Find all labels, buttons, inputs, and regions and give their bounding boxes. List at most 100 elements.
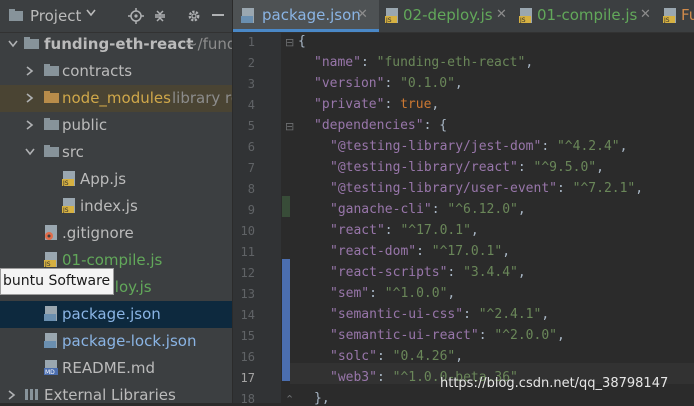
locate-file-icon[interactable] — [128, 8, 144, 24]
line-number[interactable]: 12 — [233, 266, 255, 280]
code-token: , — [635, 181, 644, 196]
code-token: , — [431, 97, 440, 112]
code-line: "@testing-library/user-event": "^7.2.1", — [330, 181, 643, 196]
tree-item-index-js[interactable]: JS index.js — [0, 193, 232, 220]
fold-marker-icon[interactable]: ⊟ — [285, 36, 294, 49]
code-line: "semantic-ui-css": "^2.4.1", — [330, 307, 549, 322]
line-number[interactable]: 14 — [233, 308, 255, 322]
line-number[interactable]: 18 — [233, 392, 255, 406]
line-number[interactable]: 11 — [233, 245, 255, 259]
line-number[interactable]: 16 — [233, 350, 255, 364]
svg-text:JS: JS — [62, 207, 69, 214]
tree-item-src[interactable]: src — [0, 139, 232, 166]
tree-item-annotation: library ro — [172, 89, 232, 107]
tab-label: package.json — [262, 6, 361, 24]
chevron-right-icon[interactable] — [8, 390, 16, 400]
tab-package-json[interactable]: package.json ✕ — [233, 0, 379, 32]
project-header: Project — [0, 0, 232, 33]
chevron-down-icon[interactable] — [8, 40, 18, 48]
gutter-change-marker — [282, 196, 290, 217]
svg-text:JS: JS — [385, 17, 392, 24]
tree-item-external-libraries[interactable]: External Libraries — [0, 382, 232, 403]
code-token: , — [517, 202, 526, 217]
line-number[interactable]: 6 — [233, 140, 255, 154]
tab-fu[interactable]: JS Fu — [661, 0, 694, 32]
chevron-right-icon[interactable] — [26, 93, 34, 103]
tree-item-contracts[interactable]: contracts — [0, 58, 232, 85]
code-token: , — [557, 328, 565, 343]
tree-item-gitignore[interactable]: .gitignore — [0, 220, 232, 247]
line-number[interactable]: 7 — [233, 161, 255, 175]
line-number[interactable]: 2 — [233, 56, 255, 70]
tree-item-node-modules[interactable]: node_modules library ro — [0, 85, 232, 112]
code-token: "^6.12.0" — [447, 202, 518, 217]
project-view-title[interactable]: Project — [30, 7, 81, 25]
tree-item-app-js[interactable]: JS App.js — [0, 166, 232, 193]
code-token: }, — [314, 391, 330, 406]
code-line: "@testing-library/jest-dom": "^4.2.4", — [330, 139, 627, 154]
line-number[interactable]: 15 — [233, 329, 255, 343]
line-number[interactable]: 10 — [233, 224, 255, 238]
code-token: "version" — [314, 76, 385, 91]
markdown-file-icon: MD — [44, 360, 58, 376]
tree-item-label: node_modules — [62, 89, 171, 107]
code-token: : — [463, 307, 479, 322]
gitignore-file-icon — [45, 225, 57, 240]
code-token: : — [376, 349, 393, 364]
close-icon[interactable]: ✕ — [357, 7, 368, 22]
line-number[interactable]: 17 — [233, 371, 255, 385]
code-line: "react-dom": "^17.0.1", — [330, 244, 510, 259]
tab-label: 01-compile.js — [537, 6, 638, 24]
tree-item-package-lock-json[interactable]: package-lock.json — [0, 328, 232, 355]
tree-item-root[interactable]: funding-eth-react ~/fund — [0, 31, 232, 58]
tree-item-label: src — [62, 143, 84, 161]
chevron-down-icon[interactable] — [25, 148, 35, 156]
code-line: "react": "^17.0.1", — [330, 223, 479, 238]
tab-label: Fu — [681, 6, 694, 24]
code-token: , — [502, 244, 511, 259]
line-number[interactable]: 3 — [233, 77, 255, 91]
line-number[interactable]: 9 — [233, 203, 255, 217]
close-icon[interactable]: ✕ — [640, 7, 651, 22]
chevron-right-icon[interactable] — [26, 120, 34, 130]
code-token: "name" — [314, 55, 361, 70]
code-line: "@testing-library/react": "^9.5.0", — [330, 160, 604, 175]
gear-icon[interactable] — [186, 8, 202, 24]
json-file-icon — [44, 306, 57, 321]
chevron-down-icon[interactable] — [86, 9, 96, 17]
tree-item-public[interactable]: public — [0, 112, 232, 139]
tree-item-package-json[interactable]: package.json — [0, 301, 232, 328]
tree-item-path: ~/fund — [185, 35, 232, 53]
code-token: "funding-eth-react" — [376, 55, 526, 70]
tree-item-readme-md[interactable]: MD README.md — [0, 355, 232, 382]
line-number[interactable]: 1 — [233, 35, 255, 49]
code-token: , — [541, 307, 550, 322]
code-token: : — [376, 370, 393, 385]
line-number[interactable]: 8 — [233, 182, 255, 196]
code-token: "@testing-library/react" — [330, 160, 518, 175]
fold-marker-icon[interactable]: ⌃ — [285, 393, 294, 406]
line-number[interactable]: 5 — [233, 119, 255, 133]
code-token: "0.4.26" — [392, 349, 456, 364]
editor-tab-bar: package.json ✕ JS 02-deploy.js ✕ JS 01-c… — [233, 0, 694, 33]
code-token: , — [454, 76, 463, 91]
line-number[interactable]: 4 — [233, 98, 255, 112]
tab-label: 02-deploy.js — [403, 6, 493, 24]
collapse-all-icon[interactable] — [152, 8, 168, 24]
code-token: , — [447, 286, 456, 301]
js-file-icon: JS — [519, 8, 532, 24]
code-token: "react-scripts" — [330, 265, 448, 280]
tab-02-deploy-js[interactable]: JS 02-deploy.js ✕ — [379, 0, 515, 32]
chevron-right-icon[interactable] — [26, 66, 34, 76]
code-line: "private": true, — [314, 97, 439, 112]
js-file-icon: JS — [385, 8, 398, 24]
tab-01-compile-js[interactable]: JS 01-compile.js ✕ — [515, 0, 661, 32]
code-token: , — [470, 223, 479, 238]
tree-item-label: funding-eth-react — [44, 35, 194, 53]
minimize-icon[interactable] — [212, 14, 226, 18]
line-number[interactable]: 13 — [233, 287, 255, 301]
code-token: , — [619, 139, 628, 154]
close-icon[interactable]: ✕ — [496, 7, 507, 22]
code-line: "dependencies": { — [314, 118, 447, 133]
fold-marker-icon[interactable]: ⊟ — [285, 120, 294, 133]
